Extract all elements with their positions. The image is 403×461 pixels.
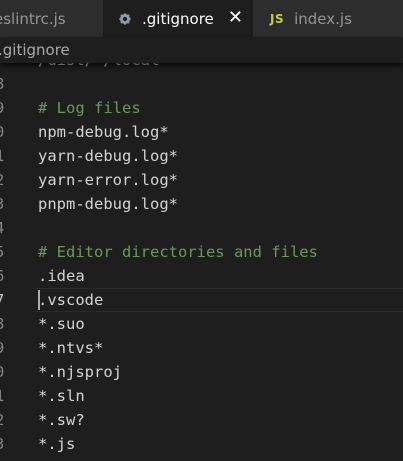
tab-label: index.js	[294, 9, 352, 28]
code-text: *.sln	[38, 387, 85, 405]
tab-index-js[interactable]: JS index.js	[253, 0, 403, 37]
code-line[interactable]: 3 *.js	[0, 432, 403, 456]
code-text: .vscode	[38, 291, 104, 309]
code-line[interactable]: 1 *.sln	[0, 384, 403, 408]
line-number: 6	[0, 264, 9, 288]
line-number: 4	[0, 216, 9, 240]
code-line[interactable]: 6 .idea	[0, 264, 403, 288]
breadcrumb[interactable]: .gitignore	[0, 37, 403, 63]
code-text: *.js	[38, 435, 76, 453]
line-number: 9	[0, 336, 9, 360]
code-text: .idea	[38, 267, 85, 285]
code-line[interactable]: 2 yarn-error.log*	[0, 168, 403, 192]
code-text: yarn-error.log*	[38, 171, 178, 189]
code-line[interactable]: 4	[0, 216, 403, 240]
js-file-icon: JS	[270, 11, 285, 26]
code-line[interactable]: 1 yarn-debug.log*	[0, 144, 403, 168]
line-number: 3	[0, 432, 9, 456]
line-number: 2	[0, 168, 9, 192]
line-number: 9	[0, 96, 9, 120]
code-text: pnpm-debug.log*	[38, 195, 178, 213]
code-text: npm-debug.log*	[38, 123, 169, 141]
code-line[interactable]: 8 *.suo	[0, 312, 403, 336]
tab-eslintrc[interactable]: eslintrc.js	[0, 0, 103, 37]
code-text: *.ntvs*	[38, 339, 104, 357]
code-line[interactable]: 2 *.sw?	[0, 408, 403, 432]
code-line[interactable]: 9 # Log files	[0, 96, 403, 120]
code-comment: # Log files	[38, 99, 141, 117]
code-text: *.njsproj	[38, 363, 122, 381]
tab-label: .gitignore	[142, 9, 214, 28]
line-number: 8	[0, 72, 9, 96]
close-icon[interactable]: ✕	[228, 8, 243, 28]
gear-icon	[118, 12, 132, 25]
code-line[interactable]: 3 pnpm-debug.log*	[0, 192, 403, 216]
code-text: *.suo	[38, 315, 85, 333]
code-text: *.sw?	[38, 411, 85, 429]
breadcrumb-item-gitignore[interactable]: .gitignore	[0, 41, 70, 59]
code-line[interactable]: 7 .vscode	[0, 288, 403, 312]
tab-gitignore[interactable]: .gitignore ✕	[103, 0, 253, 37]
code-line[interactable]: 9 *.ntvs*	[0, 336, 403, 360]
line-number: 1	[0, 144, 9, 168]
code-line[interactable]: 5 # Editor directories and files	[0, 240, 403, 264]
line-number: 5	[0, 240, 9, 264]
code-line[interactable]: 8	[0, 72, 403, 96]
line-number: 2	[0, 408, 9, 432]
tab-bar: eslintrc.js .gitignore ✕ JS index.js	[0, 0, 403, 37]
code-line[interactable]: 0 npm-debug.log*	[0, 120, 403, 144]
line-number: 3	[0, 192, 9, 216]
code-line[interactable]: /dist/ /local	[0, 63, 403, 72]
line-number: 1	[0, 384, 9, 408]
line-number: 0	[0, 120, 9, 144]
line-number: 7	[0, 288, 9, 312]
code-comment: # Editor directories and files	[38, 243, 318, 261]
line-number: 8	[0, 312, 9, 336]
line-number: 0	[0, 360, 9, 384]
tab-label: eslintrc.js	[0, 9, 66, 28]
code-line[interactable]: 0 *.njsproj	[0, 360, 403, 384]
code-text: yarn-debug.log*	[38, 147, 178, 165]
code-editor[interactable]: /dist/ /local89# Log files0npm-debug.log…	[0, 63, 403, 461]
code-text: /dist/ /local	[38, 63, 159, 72]
